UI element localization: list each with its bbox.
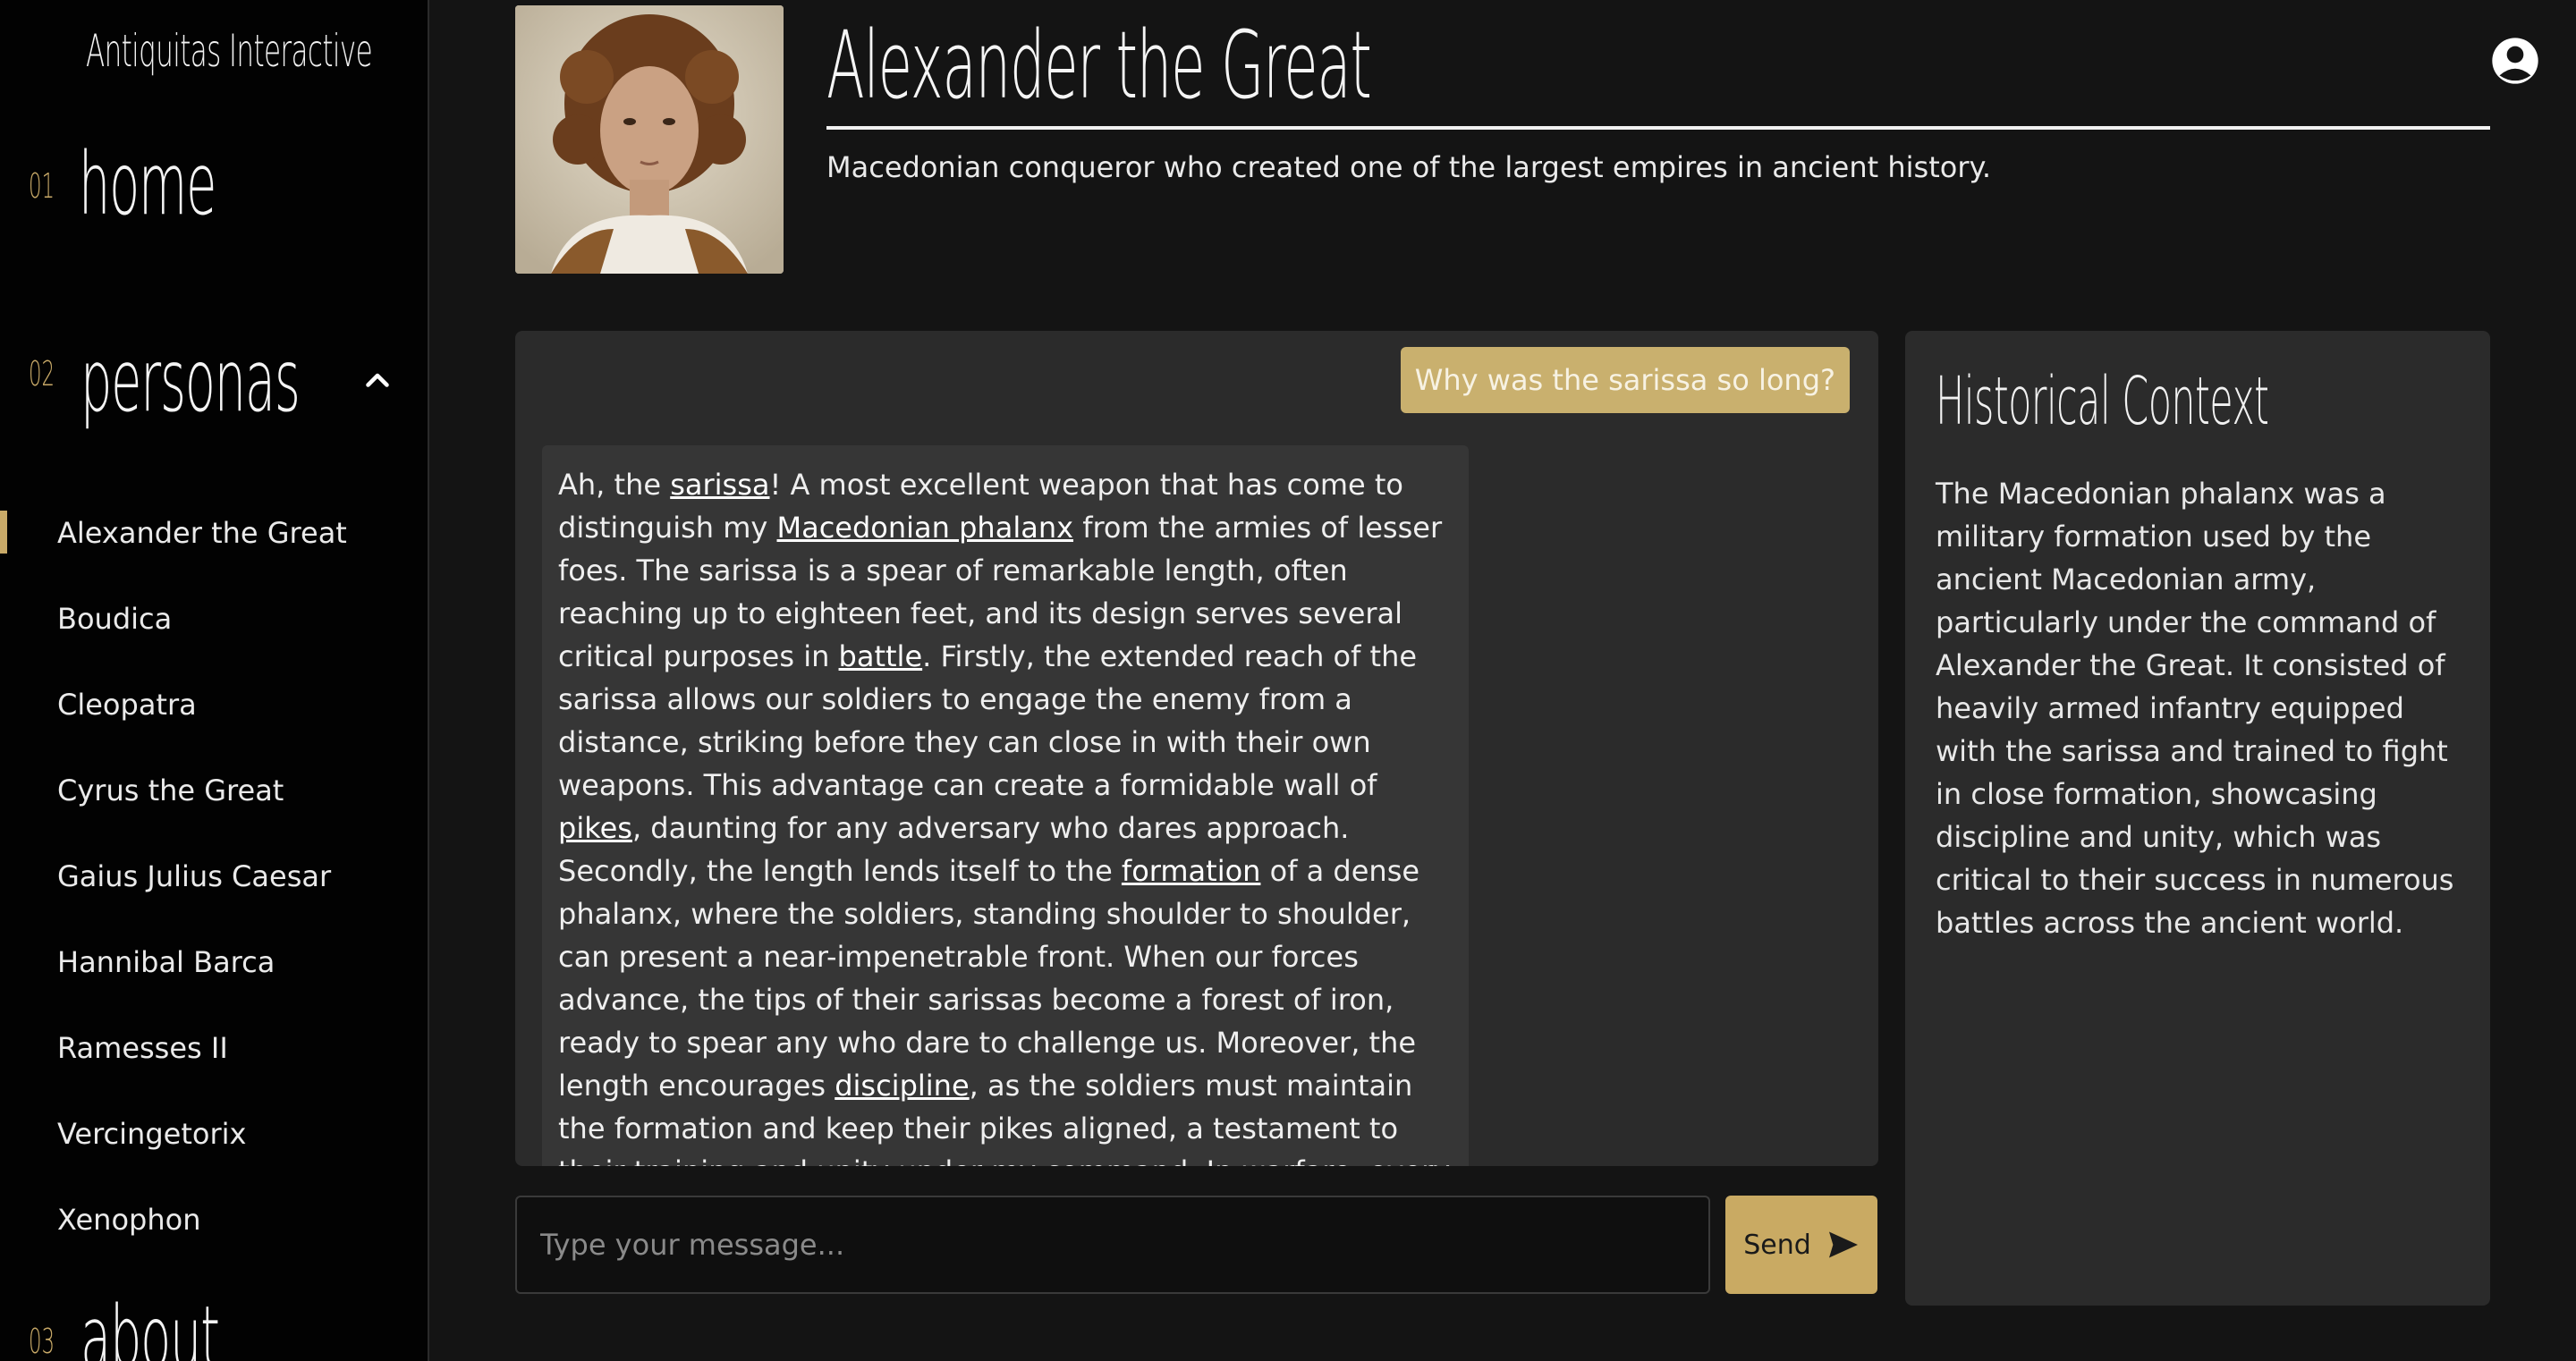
- persona-item-hannibal[interactable]: Hannibal Barca: [0, 919, 428, 1005]
- persona-subtitle: Macedonian conqueror who created one of …: [826, 150, 1992, 184]
- chat-panel[interactable]: Why was the sarissa so long? Ah, the sar…: [515, 331, 1878, 1166]
- historical-context-panel: Historical Context The Macedonian phalan…: [1905, 331, 2490, 1306]
- nav-number-personas: 02: [29, 354, 55, 393]
- reply-text: Ah, the: [558, 468, 671, 502]
- reply-link-formation[interactable]: formation: [1122, 854, 1261, 888]
- nav-home[interactable]: home: [79, 134, 216, 234]
- assistant-message-bubble: Ah, the sarissa! A most excellent weapon…: [542, 445, 1469, 1166]
- send-arrow-icon: [1828, 1231, 1858, 1258]
- sidebar: Antiquitas Interactive 01 home 02 person…: [0, 0, 429, 1361]
- reply-link-discipline[interactable]: discipline: [835, 1069, 969, 1103]
- context-body: The Macedonian phalanx was a military fo…: [1936, 477, 2454, 940]
- persona-item-alexander[interactable]: Alexander the Great: [0, 490, 428, 576]
- persona-item-ramesses[interactable]: Ramesses II: [0, 1005, 428, 1091]
- persona-item-cyrus[interactable]: Cyrus the Great: [0, 748, 428, 833]
- nav-number-home: 01: [29, 166, 55, 206]
- persona-item-xenophon[interactable]: Xenophon: [0, 1177, 428, 1263]
- persona-portrait: [515, 5, 784, 274]
- nav-personas[interactable]: personas: [80, 331, 301, 431]
- reply-link-pikes[interactable]: pikes: [558, 811, 632, 845]
- persona-item-boudica[interactable]: Boudica: [0, 576, 428, 662]
- persona-item-vercingetorix[interactable]: Vercingetorix: [0, 1091, 428, 1177]
- persona-item-caesar[interactable]: Gaius Julius Caesar: [0, 833, 428, 919]
- context-title: Historical Context: [1936, 363, 2269, 440]
- account-circle-icon[interactable]: [2490, 36, 2540, 86]
- reply-link-macedonian-phalanx[interactable]: Macedonian phalanx: [776, 511, 1073, 545]
- persona-list: Alexander the Great Boudica Cleopatra Cy…: [0, 490, 428, 1263]
- send-button-label: Send: [1743, 1229, 1811, 1261]
- brand-logo[interactable]: Antiquitas Interactive: [86, 25, 373, 77]
- nav-number-about: 03: [29, 1322, 55, 1361]
- reply-text: of a dense phalanx, where the soldiers, …: [558, 854, 1420, 1103]
- title-divider: [826, 126, 2490, 130]
- portrait-image: [515, 5, 784, 274]
- nav-about[interactable]: about: [80, 1288, 220, 1361]
- chevron-up-icon[interactable]: [361, 365, 394, 397]
- message-input[interactable]: [515, 1196, 1710, 1294]
- persona-item-cleopatra[interactable]: Cleopatra: [0, 662, 428, 748]
- send-button[interactable]: Send: [1725, 1196, 1877, 1294]
- reply-link-battle[interactable]: battle: [839, 639, 923, 673]
- persona-title: Alexander the Great: [826, 11, 1372, 120]
- reply-link-sarissa[interactable]: sarissa: [670, 468, 769, 502]
- user-message-bubble: Why was the sarissa so long?: [1400, 347, 1850, 413]
